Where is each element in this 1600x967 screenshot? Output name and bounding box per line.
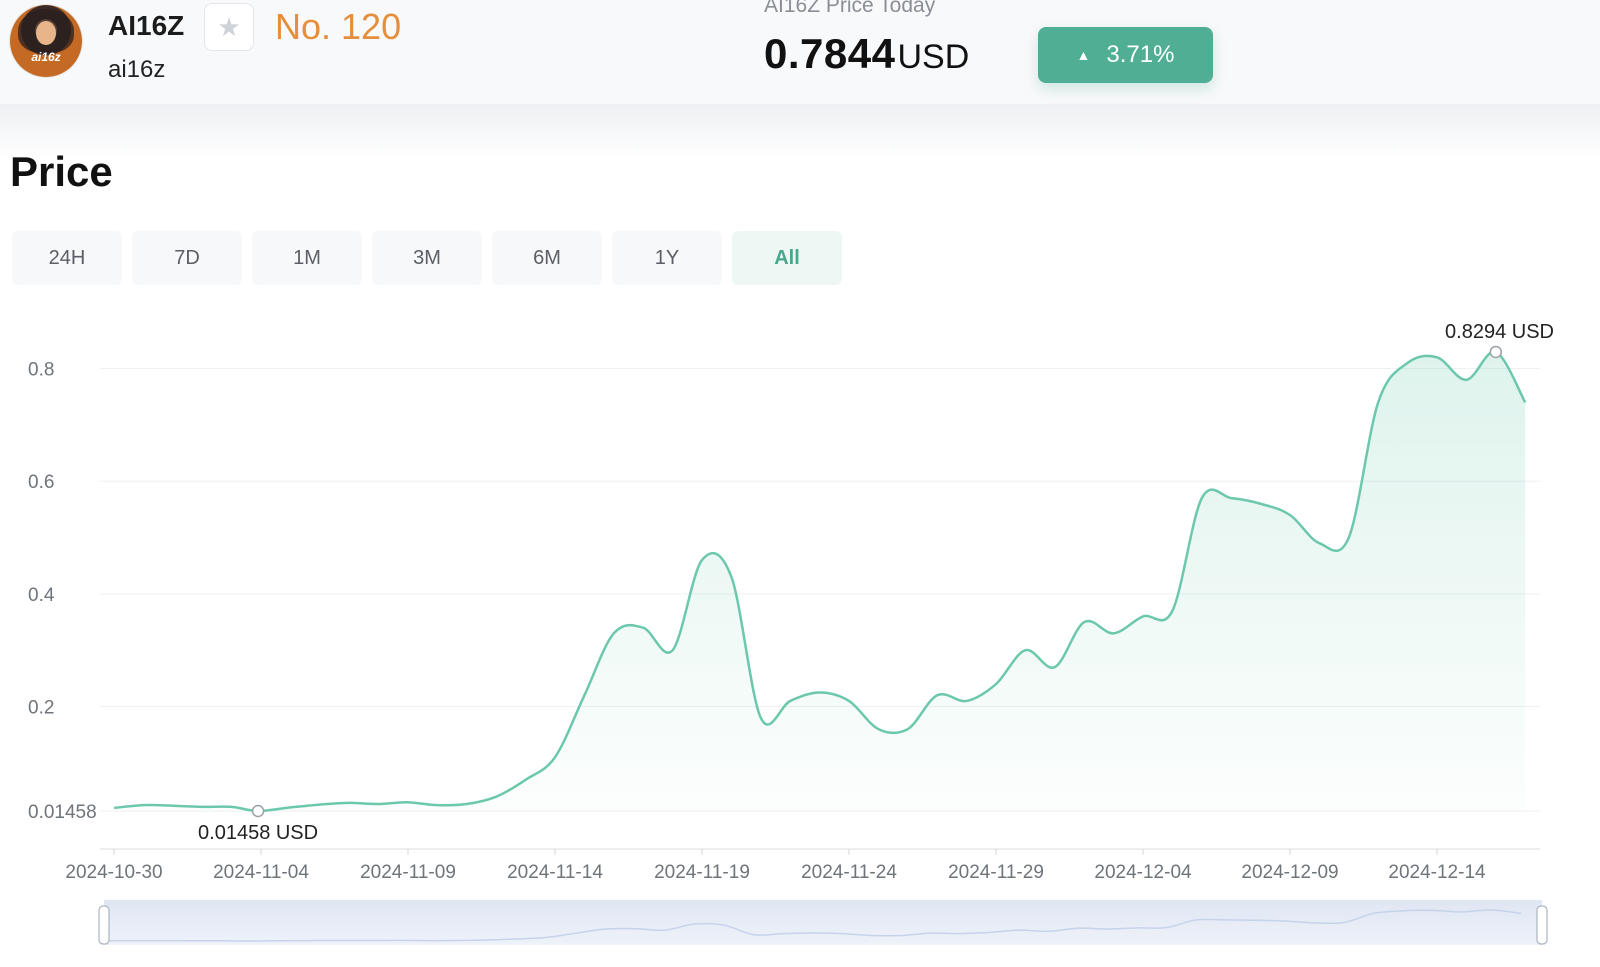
tab-label: 7D	[174, 246, 200, 269]
x-tick-label: 2024-12-04	[1094, 862, 1192, 883]
arrow-up-icon: ▲	[1076, 47, 1091, 63]
rank-label: No. 120	[275, 6, 402, 47]
x-tick-label: 2024-11-29	[948, 862, 1044, 883]
tab-label: All	[774, 246, 800, 269]
x-tick-label: 2024-11-04	[213, 862, 309, 883]
navigator-handle-left[interactable]	[98, 905, 110, 945]
tab-label: 1Y	[654, 246, 680, 269]
price-change-badge: ▲ 3.71%	[1038, 27, 1213, 83]
x-tick-label: 2024-11-19	[654, 862, 750, 883]
tab-6m[interactable]: 6M	[492, 231, 602, 285]
x-tick-label: 2024-11-24	[801, 862, 897, 883]
y-tick-label: 0.6	[28, 472, 54, 493]
tab-label: 24H	[48, 246, 86, 269]
x-tick-label: 2024-11-14	[507, 862, 603, 883]
price-today-label: AI16Z Price Today	[764, 0, 936, 17]
price-area	[114, 351, 1526, 812]
tab-label: 6M	[533, 246, 561, 269]
favorite-button[interactable]: ★	[204, 3, 254, 51]
header-shadow	[0, 104, 1600, 160]
range-navigator[interactable]	[98, 900, 1548, 945]
tab-1y[interactable]: 1Y	[612, 231, 722, 285]
price-number: 0.7844	[764, 30, 896, 77]
x-tick-label: 2024-12-14	[1388, 862, 1486, 883]
tab-24h[interactable]: 24H	[12, 231, 122, 285]
y-tick-label: 0.4	[28, 585, 55, 606]
avatar-face	[36, 21, 56, 45]
y-tick-label: 0.8	[28, 360, 54, 381]
tab-7d[interactable]: 7D	[132, 231, 242, 285]
tab-3m[interactable]: 3M	[372, 231, 482, 285]
price-unit: USD	[897, 38, 970, 76]
x-tick-label: 2024-10-30	[65, 862, 162, 883]
section-title: Price	[10, 148, 113, 195]
navigator-handle-right[interactable]	[1536, 905, 1548, 945]
x-axis: 2024-10-30 2024-11-04 2024-11-09 2024-11-14…	[65, 848, 1540, 883]
tab-label: 3M	[413, 246, 441, 269]
token-avatar: ai16z	[10, 5, 82, 77]
price-change-value: 3.71%	[1106, 41, 1175, 68]
tab-1m[interactable]: 1M	[252, 231, 362, 285]
min-point-marker	[251, 804, 265, 818]
tab-all[interactable]: All	[732, 231, 842, 285]
token-name: ai16z	[108, 56, 166, 83]
y-tick-label: 0.2	[28, 698, 54, 719]
min-price-label: 0.01458 USD	[198, 822, 318, 844]
max-point-marker	[1489, 345, 1503, 359]
y-axis-ticks: 0.8 0.6 0.4 0.2 0.01458	[28, 360, 97, 823]
max-price-label: 0.8294 USD	[1445, 321, 1554, 343]
tab-label: 1M	[293, 246, 321, 269]
star-icon: ★	[217, 11, 241, 42]
y-tick-label: 0.01458	[28, 802, 97, 823]
avatar-text: ai16z	[31, 50, 61, 64]
current-price: 0.7844USD	[764, 30, 969, 78]
x-tick-label: 2024-12-09	[1241, 862, 1338, 883]
navigator-track[interactable]	[104, 900, 1542, 945]
token-ticker: AI16Z	[108, 10, 185, 41]
price-chart: 0.8 0.6 0.4 0.2 0.01458 2024-10-30 2024-11-04…	[28, 321, 1554, 945]
x-tick-label: 2024-11-09	[360, 862, 456, 883]
